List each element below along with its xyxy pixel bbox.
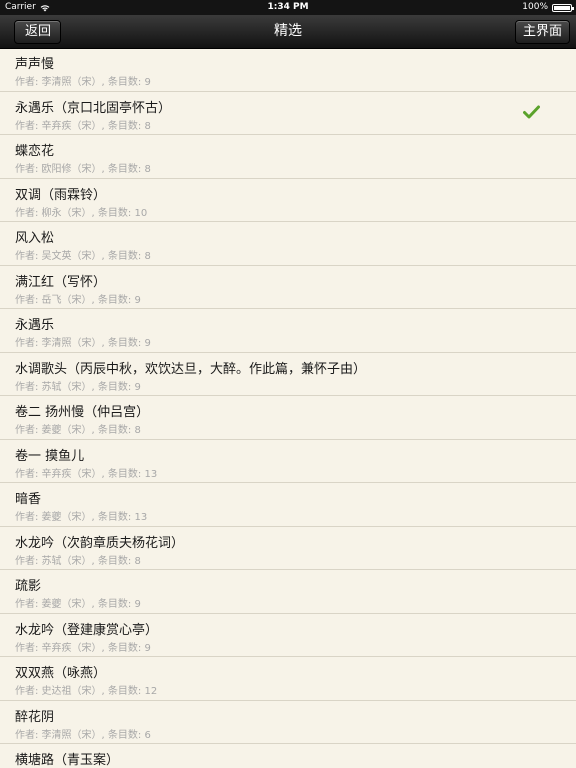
list-item[interactable]: 风入松作者: 吴文英（宋）, 条目数: 8 [0, 222, 576, 266]
poem-title: 疏影 [15, 579, 42, 594]
poem-subtitle: 作者: 史达祖（宋）, 条目数: 12 [15, 686, 158, 697]
list-item[interactable]: 卷二 扬州慢（仲吕宫） 作者: 姜夔（宋）, 条目数: 8 [0, 396, 576, 440]
list-item[interactable]: 水龙吟（登建康赏心亭） 作者: 辛弃疾（宋）, 条目数: 9 [0, 614, 576, 657]
poem-title: 永遇乐 [15, 318, 55, 333]
navigation-bar: 返回 精选 主界面 [0, 15, 576, 49]
list-item[interactable]: 声声慢作者: 李清照（宋）, 条目数: 9 [0, 48, 576, 92]
poem-title: 水龙吟（登建康赏心亭） [15, 622, 159, 638]
poem-subtitle: 作者: 李清照（宋）, 条目数: 9 [15, 77, 151, 88]
poem-subtitle: 作者: 李清照（宋）, 条目数: 9 [15, 338, 151, 349]
poem-title: 水龙吟（次韵章质夫杨花词） [15, 535, 185, 551]
poem-subtitle: 作者: 李清照（宋）, 条目数: 6 [15, 729, 151, 741]
poem-title: 双双燕（咏燕） [15, 666, 107, 681]
list-item[interactable]: 满江红（写怀） 作者: 岳飞（宋）, 条目数: 9 [0, 266, 576, 309]
list-item[interactable]: 水调歌头（丙辰中秋，欢饮达旦，大醉。作此篇，兼怀子由） 作者: 苏轼（宋）, 条目… [0, 353, 576, 396]
list-item[interactable]: 永遇乐作者: 李清照（宋）, 条目数: 9 [0, 309, 576, 353]
poem-title: 声声慢 [15, 57, 55, 72]
poem-subtitle: 作者: 姜夔（宋）, 条目数: 8 [15, 425, 141, 436]
poem-title: 风入松 [15, 231, 55, 246]
list-item[interactable]: 双双燕（咏燕） 作者: 史达祖（宋）, 条目数: 12 [0, 657, 576, 701]
poem-subtitle: 作者: 欧阳修（宋）, 条目数: 8 [15, 164, 151, 175]
poem-subtitle: 作者: 辛弃疾（宋）, 条目数: 9 [15, 642, 151, 654]
poem-subtitle: 作者: 辛弃疾（宋）, 条目数: 8 [15, 120, 151, 132]
list-item[interactable]: 卷一 摸鱼儿作者: 辛弃疾（宋）, 条目数: 13 [0, 440, 576, 483]
poem-subtitle: 作者: 苏轼（宋）, 条目数: 8 [15, 555, 141, 567]
checkmark-icon [523, 105, 540, 118]
poem-subtitle: 作者: 岳飞（宋）, 条目数: 9 [15, 294, 141, 306]
poem-title: 卷二 扬州慢（仲吕宫） [15, 405, 150, 420]
list-item[interactable]: 疏影作者: 姜夔（宋）, 条目数: 9 [0, 570, 576, 614]
list-item[interactable]: 醉花阴作者: 李清照（宋）, 条目数: 6 [0, 701, 576, 744]
battery-percent: 100% [522, 2, 548, 12]
battery-icon [552, 3, 574, 12]
poem-title: 蝶恋花 [15, 144, 55, 159]
list-item[interactable]: 横塘路（青玉案） [0, 744, 576, 768]
battery-info: 100% [522, 0, 574, 15]
poem-title: 卷一 摸鱼儿 [15, 448, 85, 464]
poem-title: 暗香 [15, 492, 42, 507]
list-item[interactable]: 蝶恋花作者: 欧阳修（宋）, 条目数: 8 [0, 135, 576, 179]
poem-subtitle: 作者: 姜夔（宋）, 条目数: 13 [15, 512, 148, 523]
poem-subtitle: 作者: 吴文英（宋）, 条目数: 8 [15, 251, 151, 262]
poem-title: 醉花阴 [15, 709, 55, 725]
poem-subtitle: 作者: 姜夔（宋）, 条目数: 9 [15, 599, 141, 610]
poem-title: 双调（雨霖铃） [15, 187, 107, 203]
list-item[interactable]: 永遇乐（京口北固亭怀古） 作者: 辛弃疾（宋）, 条目数: 8 [0, 92, 576, 135]
main-screen-button[interactable]: 主界面 [514, 20, 570, 44]
list-item[interactable]: 水龙吟（次韵章质夫杨花词） 作者: 苏轼（宋）, 条目数: 8 [0, 527, 576, 570]
poem-title: 永遇乐（京口北固亭怀古） [15, 100, 172, 116]
poem-list[interactable]: 声声慢作者: 李清照（宋）, 条目数: 9 永遇乐（京口北固亭怀古） 作者: 辛弃疾… [0, 48, 576, 768]
poem-subtitle: 作者: 辛弃疾（宋）, 条目数: 13 [15, 468, 158, 480]
status-time: 1:34 PM [267, 2, 309, 12]
page-title: 精选 [274, 23, 302, 39]
poem-subtitle: 作者: 柳永（宋）, 条目数: 10 [15, 207, 148, 219]
list-item[interactable]: 暗香作者: 姜夔（宋）, 条目数: 13 [0, 483, 576, 527]
status-bar: Carrier 1:34 PM 100% [0, 0, 576, 15]
poem-title: 水调歌头（丙辰中秋，欢饮达旦，大醉。作此篇，兼怀子由） [15, 361, 367, 377]
list-item[interactable]: 双调（雨霖铃） 作者: 柳永（宋）, 条目数: 10 [0, 179, 576, 222]
poem-title: 横塘路（青玉案） [15, 753, 120, 768]
poem-subtitle: 作者: 苏轼（宋）, 条目数: 9 [15, 381, 141, 393]
poem-title: 满江红（写怀） [15, 274, 107, 290]
